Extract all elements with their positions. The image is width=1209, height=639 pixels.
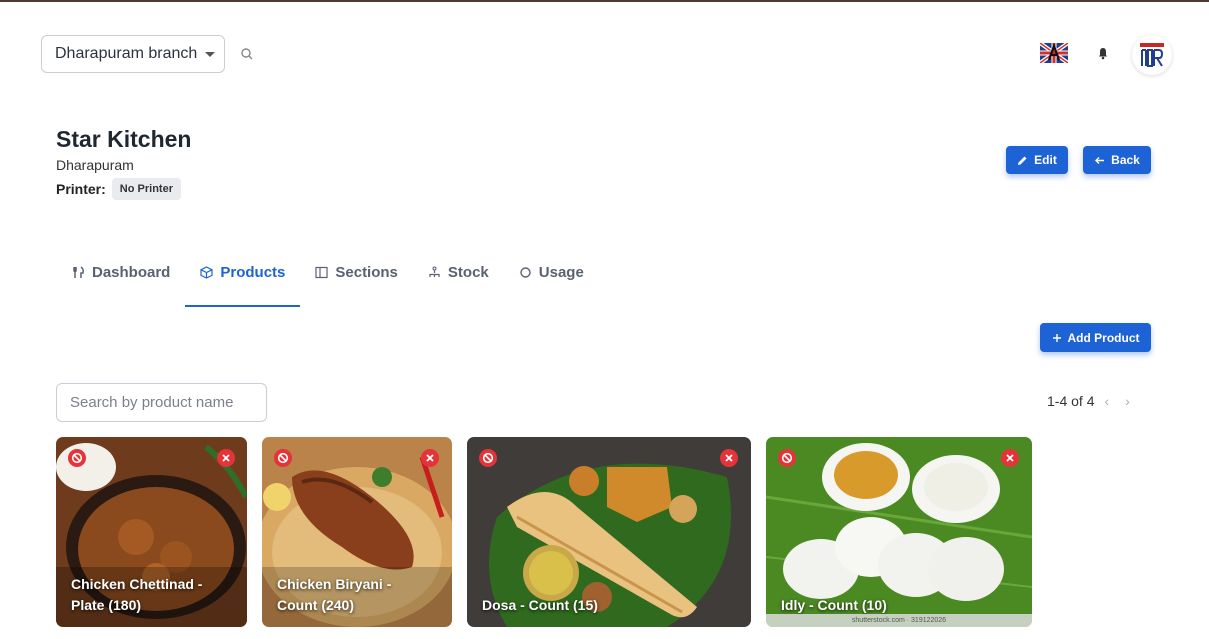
remove-icon[interactable] <box>720 449 738 467</box>
tab-dashboard-label: Dashboard <box>92 263 171 281</box>
add-product-button[interactable]: Add Product <box>1040 323 1151 352</box>
chevron-right-icon[interactable]: › <box>1125 393 1130 409</box>
plus-icon <box>1052 333 1061 342</box>
page-title: Star Kitchen <box>56 126 192 152</box>
product-search-input[interactable] <box>56 383 267 422</box>
remove-icon[interactable] <box>217 449 235 467</box>
tab-stock-label: Stock <box>447 263 489 281</box>
product-name: Chicken Chettinad - Plate (180) <box>71 576 203 613</box>
tab-products-label: Products <box>220 263 286 281</box>
tab-sections-label: Sections <box>335 263 398 281</box>
flag-icon[interactable] <box>1040 43 1068 63</box>
tab-sections[interactable]: Sections <box>300 254 413 290</box>
product-card[interactable]: Chicken Biryani - Count (240) <box>262 437 452 627</box>
box-icon <box>200 265 213 279</box>
columns-icon <box>315 266 328 278</box>
bell-icon[interactable] <box>1096 46 1110 60</box>
chevron-down-icon <box>205 51 216 57</box>
circle-icon <box>520 266 531 278</box>
search-icon[interactable] <box>239 46 255 62</box>
back-button[interactable]: Back <box>1083 146 1151 174</box>
tab-usage-label: Usage <box>538 263 584 281</box>
pagination: 1-4 of 4 ‹ › <box>1047 393 1130 409</box>
top-border <box>0 0 1209 8</box>
product-card[interactable]: Chicken Chettinad - Plate (180) <box>56 437 247 627</box>
printer-label: Printer: <box>56 181 106 197</box>
edit-button[interactable]: Edit <box>1006 146 1068 174</box>
product-name: Chicken Biryani - Count (240) <box>277 576 392 613</box>
edit-button-label: Edit <box>1034 153 1057 167</box>
avatar-logo <box>1140 43 1164 67</box>
pencil-icon <box>1018 156 1027 165</box>
disable-icon[interactable] <box>274 449 292 467</box>
branch-select-label: Dharapuram branch <box>55 45 198 62</box>
disable-icon[interactable] <box>479 449 497 467</box>
pagination-range: 1-4 of 4 <box>1047 393 1095 409</box>
disable-icon[interactable] <box>778 449 796 467</box>
printer-badge: No Printer <box>111 178 181 200</box>
tab-dashboard[interactable]: Dashboard <box>58 254 185 290</box>
printer-row: Printer: No Printer <box>56 178 181 200</box>
product-card[interactable]: Idly - Count (10) shutterstock.com · 319… <box>766 437 1032 627</box>
tab-stock[interactable]: Stock <box>413 254 504 290</box>
remove-icon[interactable] <box>1001 449 1019 467</box>
arrow-left-icon <box>1095 156 1105 164</box>
product-name: Idly - Count (10) <box>781 597 887 613</box>
image-watermark: shutterstock.com · 319122026 <box>766 614 1032 627</box>
disable-icon[interactable] <box>68 449 86 467</box>
tab-usage[interactable]: Usage <box>504 254 599 290</box>
add-product-label: Add Product <box>1067 330 1140 345</box>
remove-icon[interactable] <box>421 449 439 467</box>
avatar[interactable] <box>1132 35 1172 75</box>
network-icon <box>429 266 440 277</box>
kitchen-location: Dharapuram <box>56 157 134 173</box>
back-button-label: Back <box>1111 153 1140 167</box>
tab-products[interactable]: Products <box>185 254 301 307</box>
chevron-left-icon[interactable]: ‹ <box>1104 393 1109 409</box>
branch-select[interactable]: Dharapuram branch <box>41 35 225 73</box>
product-name: Dosa - Count (15) <box>482 597 598 613</box>
utensils-icon <box>73 265 84 278</box>
product-card[interactable]: Dosa - Count (15) <box>467 437 751 627</box>
tab-bar: Dashboard Products Sections Stock Usage <box>58 254 599 307</box>
